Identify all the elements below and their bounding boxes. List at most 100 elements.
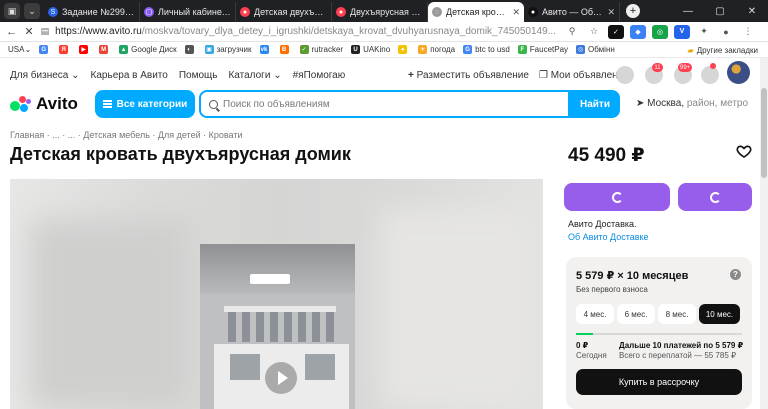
loading-spinner-icon (709, 191, 721, 203)
extension-icon[interactable]: V (673, 24, 690, 39)
nav-career[interactable]: Карьера в Авито (91, 70, 168, 81)
bookmark-item[interactable]: M (99, 45, 111, 54)
bookmark-favicon-icon: M (99, 45, 109, 54)
bookmark-star-icon[interactable]: ☆ (586, 25, 602, 39)
nav-business[interactable]: Для бизнеса ⌄ (10, 70, 80, 81)
nav-catalogs[interactable]: Каталоги ⌄ (228, 70, 281, 81)
bookmark-item[interactable]: F FaucetPay (517, 45, 568, 54)
tab-actions-icon[interactable]: ⌄ (24, 3, 40, 19)
bookmark-item[interactable]: ▣ загрузчик (204, 45, 252, 54)
maximize-icon[interactable]: ▢ (704, 6, 736, 17)
close-tab-icon[interactable]: ✕ (512, 7, 520, 18)
bookmark-favicon-icon: ◐ (184, 45, 194, 54)
post-ad-link[interactable]: + Разместить объявление (408, 70, 529, 81)
bookmark-item[interactable]: ☀ погода (418, 45, 455, 54)
total-overpay: Всего с переплатой — 55 785 ₽ (619, 351, 737, 360)
bookmark-item[interactable]: USA ⌄ (8, 45, 31, 54)
nav-tag[interactable]: #яПомогаю (293, 70, 346, 81)
add-to-favorites-heart-icon[interactable] (736, 143, 752, 159)
video-play-icon[interactable] (265, 362, 297, 394)
browser-tab[interactable]: ● Авито — Объявле✕ (524, 2, 620, 22)
bookmark-item[interactable]: ● (398, 45, 410, 54)
listing-photo-gallery[interactable] (10, 179, 543, 409)
my-ads-icon: ❐ (538, 69, 548, 81)
minimize-icon[interactable]: — (672, 6, 704, 17)
search-input[interactable]: Поиск по объявлениям (199, 90, 570, 118)
bookmark-item[interactable]: ▲ Google Диск (119, 45, 177, 54)
new-tab-button[interactable]: + (626, 4, 640, 18)
bookmark-item[interactable]: ▶ (79, 45, 91, 54)
delivery-info-link[interactable]: Об Авито Доставке (568, 232, 649, 242)
browser-tab[interactable]: ● Детская двухъярусна (236, 2, 332, 22)
installment-progress (576, 333, 742, 335)
bookmark-label: btc to usd (475, 45, 510, 54)
bookmark-item[interactable]: Я (59, 45, 71, 54)
buy-with-delivery-button[interactable] (564, 183, 670, 211)
nav-help[interactable]: Помощь (179, 70, 218, 81)
avito-logo-dots-icon (10, 96, 32, 112)
extension-icon[interactable]: ◆ (629, 24, 646, 39)
scrollbar-thumb[interactable] (761, 88, 767, 178)
term-option[interactable]: 8 мес. (658, 304, 696, 324)
bookmark-item[interactable]: U UAKino (351, 45, 390, 54)
term-option[interactable]: 6 мес. (617, 304, 655, 324)
tab-label: Двухъярусная кровать (350, 7, 423, 17)
bookmark-favicon-icon: G (463, 45, 473, 54)
site-permissions-icon[interactable]: ⚲ (564, 25, 580, 39)
browser-tab[interactable]: S Задание №2993436 (44, 2, 140, 22)
other-bookmarks[interactable]: ▰ Другие закладки (681, 42, 758, 57)
stop-loading-icon[interactable]: ✕ (23, 25, 34, 38)
cart-icon[interactable] (701, 66, 719, 84)
bookmark-item[interactable]: vk (259, 45, 272, 54)
url-field[interactable]: ▤ https://www.avito.ru /moskva/tovary_dl… (41, 24, 556, 40)
bookmark-favicon-icon: U (351, 45, 361, 54)
bookmark-item[interactable]: ✓ rutracker (299, 45, 344, 54)
tab-label: Детская кровать д (446, 7, 510, 17)
chevron-down-icon: ⌄ (24, 45, 32, 54)
add-to-cart-button[interactable] (678, 183, 752, 211)
extension-icon[interactable]: ◎ (651, 24, 668, 39)
messages-badge: 11 (652, 63, 663, 72)
installment-card: 5 579 ₽ × 10 месяцев ? Без первого взнос… (566, 257, 752, 409)
favorites-heart-icon[interactable] (616, 66, 634, 84)
tab-favicon-icon: ▢ (144, 7, 154, 17)
bookmark-item[interactable]: B (279, 45, 292, 54)
browser-tab[interactable]: ● Двухъярусная кровать (332, 2, 428, 22)
back-icon[interactable]: ← (6, 26, 17, 38)
extension-icon[interactable]: ✓ (607, 24, 624, 39)
find-button[interactable]: Найти (570, 90, 620, 118)
term-option[interactable]: 10 мес. (699, 304, 740, 324)
browser-menu-dots-icon[interactable]: ⋮ (740, 25, 756, 39)
help-question-icon[interactable]: ? (730, 269, 741, 280)
bookmark-label: Обмінн (588, 45, 615, 54)
bookmark-label: погода (430, 45, 456, 54)
tab-label: Детская двухъярусна (254, 7, 327, 17)
bookmark-label: rutracker (311, 45, 344, 54)
avatar[interactable] (727, 61, 750, 84)
bookmark-favicon-icon: B (279, 45, 289, 54)
buy-installment-button[interactable]: Купить в рассрочку (576, 369, 742, 395)
term-option[interactable]: 4 мес. (576, 304, 614, 324)
bookmark-favicon-icon: ☀ (418, 45, 428, 54)
browser-tab[interactable]: ▢ Личный кабинет - Об (140, 2, 236, 22)
avito-logo[interactable]: Avito (10, 94, 78, 114)
tab-favicon-icon: ● (528, 7, 538, 17)
search-icon (209, 99, 218, 109)
browser-menu-icon[interactable]: ▣ (4, 3, 20, 19)
page-title: Детская кровать двухъярусная домик (10, 144, 351, 164)
bookmark-item[interactable]: ◐ (184, 45, 197, 54)
bookmark-item[interactable]: G (39, 45, 51, 54)
close-window-icon[interactable]: ✕ (736, 6, 768, 17)
browser-tab[interactable]: ◌ Детская кровать д✕ (428, 2, 524, 22)
profile-icon[interactable]: ● (718, 25, 734, 39)
tab-favicon-icon: S (48, 7, 58, 17)
breadcrumb[interactable]: Главная · ... · ... · Детская мебель · Д… (10, 130, 243, 140)
close-tab-icon[interactable]: ✕ (607, 7, 615, 18)
location-selector[interactable]: ➤ Москва, район, метро (636, 98, 748, 109)
all-categories-button[interactable]: Все категории (95, 90, 195, 118)
bookmark-item[interactable]: Gbtc to usd (463, 45, 510, 54)
bookmark-item[interactable]: ◎ Обмінн (576, 45, 615, 54)
page-info-icon[interactable]: ▤ (41, 26, 50, 37)
extensions-puzzle-icon[interactable]: ✦ (696, 25, 712, 39)
page-scrollbar[interactable] (760, 58, 768, 409)
